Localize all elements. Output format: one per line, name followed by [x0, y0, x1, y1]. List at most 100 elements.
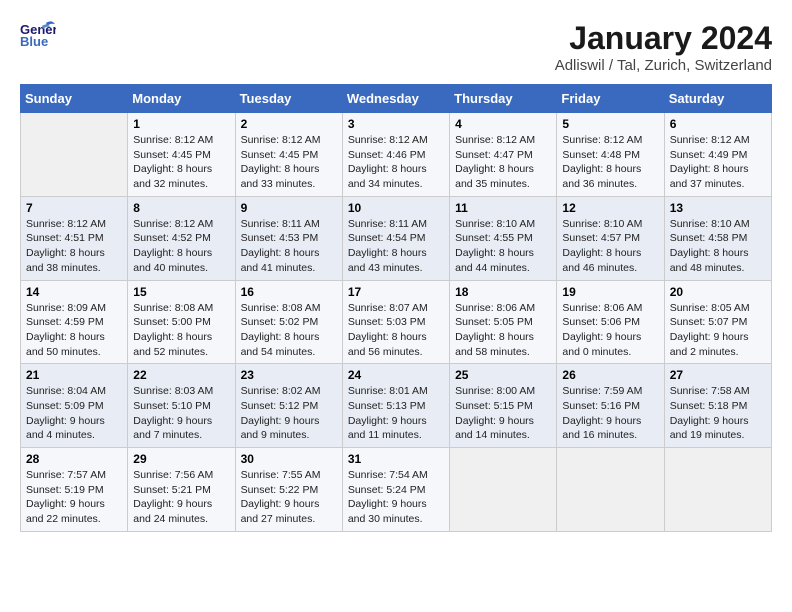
day-info: Sunrise: 7:56 AMSunset: 5:21 PMDaylight:…: [133, 468, 229, 527]
weekday-sunday: Sunday: [21, 85, 128, 113]
day-cell: 24 Sunrise: 8:01 AMSunset: 5:13 PMDayligh…: [342, 364, 449, 448]
day-number: 21: [26, 368, 122, 382]
day-number: 15: [133, 285, 229, 299]
weekday-friday: Friday: [557, 85, 664, 113]
calendar-table: SundayMondayTuesdayWednesdayThursdayFrid…: [20, 84, 772, 532]
day-cell: 28Sunrise: 7:57 AMSunset: 5:19 PMDayligh…: [21, 448, 128, 532]
day-cell: [557, 448, 664, 532]
day-info: Sunrise: 7:59 AMSunset: 5:16 PMDaylight:…: [562, 384, 658, 443]
day-number: 9: [241, 201, 337, 215]
week-row-4: 21 Sunrise: 8:04 AMSunset: 5:09 PMDayligh…: [21, 364, 772, 448]
day-info: Sunrise: 8:12 AMSunset: 4:49 PMDaylight:…: [670, 133, 766, 192]
day-info: Sunrise: 8:05 AMSunset: 5:07 PMDaylight:…: [670, 301, 766, 360]
day-cell: 20 Sunrise: 8:05 AMSunset: 5:07 PMDayligh…: [664, 280, 771, 364]
day-cell: 7 Sunrise: 8:12 AMSunset: 4:51 PMDaylight…: [21, 196, 128, 280]
weekday-thursday: Thursday: [450, 85, 557, 113]
week-row-5: 28Sunrise: 7:57 AMSunset: 5:19 PMDayligh…: [21, 448, 772, 532]
day-info: Sunrise: 8:04 AMSunset: 5:09 PMDaylight:…: [26, 384, 122, 443]
svg-text:Blue: Blue: [20, 34, 48, 48]
day-info: Sunrise: 8:01 AMSunset: 5:13 PMDaylight:…: [348, 384, 444, 443]
day-number: 5: [562, 117, 658, 131]
day-cell: 21 Sunrise: 8:04 AMSunset: 5:09 PMDayligh…: [21, 364, 128, 448]
day-info: Sunrise: 8:10 AMSunset: 4:58 PMDaylight:…: [670, 217, 766, 276]
logo: General Blue: [20, 20, 56, 48]
day-number: 13: [670, 201, 766, 215]
weekday-monday: Monday: [128, 85, 235, 113]
day-number: 17: [348, 285, 444, 299]
day-cell: 25 Sunrise: 8:00 AMSunset: 5:15 PMDayligh…: [450, 364, 557, 448]
week-row-3: 14 Sunrise: 8:09 AMSunset: 4:59 PMDayligh…: [21, 280, 772, 364]
day-info: Sunrise: 8:11 AMSunset: 4:53 PMDaylight:…: [241, 217, 337, 276]
day-cell: 14 Sunrise: 8:09 AMSunset: 4:59 PMDayligh…: [21, 280, 128, 364]
day-info: Sunrise: 8:07 AMSunset: 5:03 PMDaylight:…: [348, 301, 444, 360]
weekday-header-row: SundayMondayTuesdayWednesdayThursdayFrid…: [21, 85, 772, 113]
day-info: Sunrise: 8:08 AMSunset: 5:00 PMDaylight:…: [133, 301, 229, 360]
day-info: Sunrise: 8:06 AMSunset: 5:06 PMDaylight:…: [562, 301, 658, 360]
day-number: 10: [348, 201, 444, 215]
day-cell: 15 Sunrise: 8:08 AMSunset: 5:00 PMDayligh…: [128, 280, 235, 364]
day-cell: 3Sunrise: 8:12 AMSunset: 4:46 PMDaylight…: [342, 113, 449, 197]
day-info: Sunrise: 8:12 AMSunset: 4:45 PMDaylight:…: [241, 133, 337, 192]
day-number: 24: [348, 368, 444, 382]
day-info: Sunrise: 8:08 AMSunset: 5:02 PMDaylight:…: [241, 301, 337, 360]
day-info: Sunrise: 7:57 AMSunset: 5:19 PMDaylight:…: [26, 468, 122, 527]
day-info: Sunrise: 8:12 AMSunset: 4:51 PMDaylight:…: [26, 217, 122, 276]
day-cell: 22Sunrise: 8:03 AMSunset: 5:10 PMDayligh…: [128, 364, 235, 448]
day-cell: 27Sunrise: 7:58 AMSunset: 5:18 PMDayligh…: [664, 364, 771, 448]
day-number: 1: [133, 117, 229, 131]
day-cell: [21, 113, 128, 197]
day-cell: 4 Sunrise: 8:12 AMSunset: 4:47 PMDaylight…: [450, 113, 557, 197]
day-cell: [664, 448, 771, 532]
day-cell: 18 Sunrise: 8:06 AMSunset: 5:05 PMDayligh…: [450, 280, 557, 364]
day-number: 16: [241, 285, 337, 299]
day-cell: 29 Sunrise: 7:56 AMSunset: 5:21 PMDayligh…: [128, 448, 235, 532]
day-cell: 19 Sunrise: 8:06 AMSunset: 5:06 PMDayligh…: [557, 280, 664, 364]
day-number: 22: [133, 368, 229, 382]
day-info: Sunrise: 8:10 AMSunset: 4:57 PMDaylight:…: [562, 217, 658, 276]
weekday-saturday: Saturday: [664, 85, 771, 113]
day-cell: 10 Sunrise: 8:11 AMSunset: 4:54 PMDayligh…: [342, 196, 449, 280]
day-cell: 9 Sunrise: 8:11 AMSunset: 4:53 PMDaylight…: [235, 196, 342, 280]
day-cell: [450, 448, 557, 532]
day-number: 4: [455, 117, 551, 131]
day-number: 30: [241, 452, 337, 466]
day-info: Sunrise: 8:10 AMSunset: 4:55 PMDaylight:…: [455, 217, 551, 276]
day-number: 7: [26, 201, 122, 215]
day-cell: 2 Sunrise: 8:12 AMSunset: 4:45 PMDaylight…: [235, 113, 342, 197]
day-number: 25: [455, 368, 551, 382]
day-info: Sunrise: 8:12 AMSunset: 4:52 PMDaylight:…: [133, 217, 229, 276]
day-cell: 12Sunrise: 8:10 AMSunset: 4:57 PMDayligh…: [557, 196, 664, 280]
day-cell: 13 Sunrise: 8:10 AMSunset: 4:58 PMDayligh…: [664, 196, 771, 280]
day-info: Sunrise: 8:11 AMSunset: 4:54 PMDaylight:…: [348, 217, 444, 276]
day-info: Sunrise: 8:12 AMSunset: 4:45 PMDaylight:…: [133, 133, 229, 192]
day-cell: 30 Sunrise: 7:55 AMSunset: 5:22 PMDayligh…: [235, 448, 342, 532]
weekday-tuesday: Tuesday: [235, 85, 342, 113]
day-number: 14: [26, 285, 122, 299]
day-info: Sunrise: 7:58 AMSunset: 5:18 PMDaylight:…: [670, 384, 766, 443]
week-row-1: 1 Sunrise: 8:12 AMSunset: 4:45 PMDaylight…: [21, 113, 772, 197]
day-cell: 8 Sunrise: 8:12 AMSunset: 4:52 PMDaylight…: [128, 196, 235, 280]
day-info: Sunrise: 8:12 AMSunset: 4:47 PMDaylight:…: [455, 133, 551, 192]
day-number: 19: [562, 285, 658, 299]
day-info: Sunrise: 8:06 AMSunset: 5:05 PMDaylight:…: [455, 301, 551, 360]
day-number: 29: [133, 452, 229, 466]
day-info: Sunrise: 7:55 AMSunset: 5:22 PMDaylight:…: [241, 468, 337, 527]
week-row-2: 7 Sunrise: 8:12 AMSunset: 4:51 PMDaylight…: [21, 196, 772, 280]
day-cell: 16 Sunrise: 8:08 AMSunset: 5:02 PMDayligh…: [235, 280, 342, 364]
day-number: 18: [455, 285, 551, 299]
day-cell: 31 Sunrise: 7:54 AMSunset: 5:24 PMDayligh…: [342, 448, 449, 532]
logo-icon: General Blue: [20, 20, 56, 48]
day-info: Sunrise: 8:09 AMSunset: 4:59 PMDaylight:…: [26, 301, 122, 360]
day-number: 8: [133, 201, 229, 215]
day-number: 31: [348, 452, 444, 466]
day-cell: 5Sunrise: 8:12 AMSunset: 4:48 PMDaylight…: [557, 113, 664, 197]
day-info: Sunrise: 8:12 AMSunset: 4:46 PMDaylight:…: [348, 133, 444, 192]
day-number: 11: [455, 201, 551, 215]
day-info: Sunrise: 7:54 AMSunset: 5:24 PMDaylight:…: [348, 468, 444, 527]
day-cell: 17 Sunrise: 8:07 AMSunset: 5:03 PMDayligh…: [342, 280, 449, 364]
day-number: 2: [241, 117, 337, 131]
day-info: Sunrise: 8:00 AMSunset: 5:15 PMDaylight:…: [455, 384, 551, 443]
day-number: 23: [241, 368, 337, 382]
day-number: 20: [670, 285, 766, 299]
page-header: General Blue January 2024 Adliswil / Tal…: [20, 20, 772, 74]
